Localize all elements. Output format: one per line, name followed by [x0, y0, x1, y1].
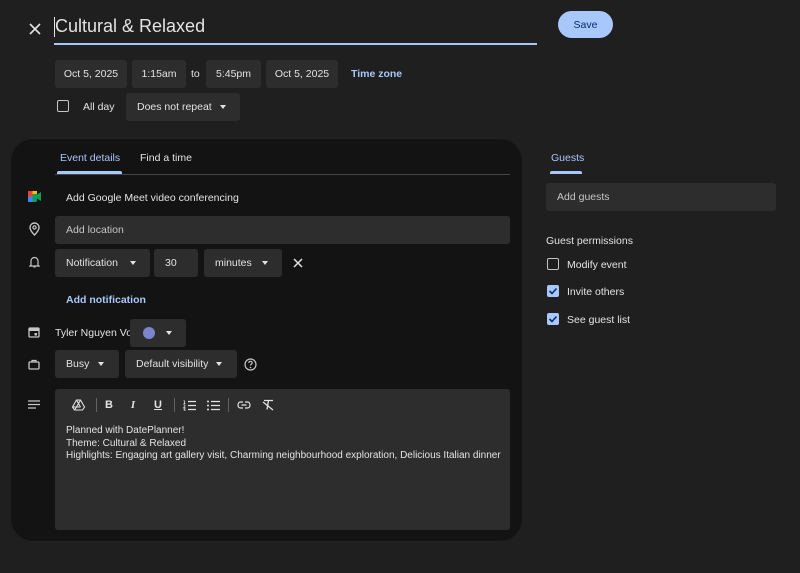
chevron-down-icon [98, 362, 104, 366]
timezone-button[interactable]: Time zone [351, 68, 402, 80]
end-date-label: Oct 5, 2025 [274, 68, 330, 80]
title-text: Cultural & Relaxed [55, 16, 206, 36]
toolbar-divider [174, 398, 175, 412]
description-line: Highlights: Engaging art gallery visit, … [66, 450, 501, 461]
toolbar-divider [228, 398, 229, 412]
chevron-down-icon [262, 261, 268, 265]
notification-amount-input[interactable]: 30 [154, 249, 198, 277]
close-icon[interactable] [25, 19, 45, 39]
start-date-button[interactable]: Oct 5, 2025 [55, 60, 127, 88]
guest-permissions-title: Guest permissions [546, 235, 633, 247]
link-icon[interactable] [235, 396, 253, 414]
bell-icon [27, 255, 41, 269]
repeat-value: Does not repeat [137, 101, 212, 113]
modify-event-label: Modify event [567, 259, 627, 271]
add-meet-button[interactable]: Add Google Meet video conferencing [66, 192, 239, 204]
help-icon[interactable] [243, 357, 257, 371]
all-day-checkbox[interactable] [57, 100, 69, 112]
to-label: to [191, 68, 200, 80]
bulleted-list-icon[interactable] [204, 396, 222, 414]
tab-guests[interactable]: Guests [551, 152, 584, 164]
tabs-divider [55, 174, 510, 175]
calendar-color-swatch [143, 327, 155, 339]
briefcase-icon [27, 357, 41, 371]
chevron-down-icon [166, 331, 172, 335]
visibility-dropdown[interactable]: Default visibility [125, 350, 237, 378]
underline-icon[interactable]: U [149, 396, 167, 414]
start-time-label: 1:15am [141, 68, 177, 80]
busy-dropdown[interactable]: Busy [55, 350, 119, 378]
description-line: Theme: Cultural & Relaxed [66, 437, 187, 449]
bold-icon[interactable]: B [100, 396, 118, 414]
description-text: Planned with DatePlanner! Theme: Cultura… [66, 425, 501, 463]
italic-icon[interactable]: I [124, 396, 142, 414]
numbered-list-icon[interactable]: 123 [180, 396, 198, 414]
notification-unit-value: minutes [215, 257, 252, 269]
description-icon [27, 397, 41, 411]
notification-type-value: Notification [66, 257, 118, 269]
location-input[interactable]: Add location [55, 216, 510, 244]
remove-notification-icon[interactable] [290, 255, 306, 271]
description-line: Planned with DatePlanner! [66, 425, 185, 436]
add-guests-placeholder: Add guests [557, 191, 610, 203]
notification-unit-dropdown[interactable]: minutes [204, 249, 282, 277]
svg-text:3: 3 [183, 407, 186, 411]
drive-icon[interactable] [69, 396, 87, 414]
see-guest-list-checkbox[interactable] [547, 313, 559, 325]
start-time-button[interactable]: 1:15am [132, 60, 186, 88]
save-button[interactable]: Save [558, 11, 613, 38]
chevron-down-icon [216, 362, 222, 366]
location-pin-icon [27, 221, 41, 237]
see-guest-list-label: See guest list [567, 314, 631, 326]
calendar-icon [27, 325, 41, 339]
repeat-dropdown[interactable]: Does not repeat [126, 93, 240, 121]
invite-others-label: Invite others [567, 286, 625, 298]
guests-tab-indicator [550, 171, 582, 174]
modify-event-checkbox[interactable] [547, 258, 559, 270]
notification-type-dropdown[interactable]: Notification [55, 249, 150, 277]
calendar-owner-name: Tyler Nguyen Vo [55, 327, 133, 339]
add-guests-input[interactable]: Add guests [546, 183, 776, 211]
end-date-button[interactable]: Oct 5, 2025 [266, 60, 338, 88]
tab-event-details[interactable]: Event details [60, 152, 120, 164]
toolbar-divider [96, 398, 97, 412]
notification-amount-value: 30 [165, 257, 177, 269]
google-meet-icon [27, 189, 41, 203]
clear-formatting-icon[interactable] [259, 396, 277, 414]
end-time-label: 5:45pm [215, 68, 252, 80]
visibility-value: Default visibility [136, 358, 209, 370]
add-notification-button[interactable]: Add notification [66, 294, 146, 306]
start-date-label: Oct 5, 2025 [63, 68, 119, 80]
chevron-down-icon [130, 261, 136, 265]
title-input[interactable]: Cultural & Relaxed [54, 14, 537, 45]
location-placeholder: Add location [66, 224, 124, 236]
tab-find-a-time[interactable]: Find a time [140, 152, 192, 164]
invite-others-checkbox[interactable] [547, 285, 559, 297]
all-day-label: All day [83, 101, 115, 113]
end-time-button[interactable]: 5:45pm [206, 60, 261, 88]
save-label: Save [573, 18, 598, 31]
calendar-color-dropdown[interactable] [130, 319, 186, 347]
chevron-down-icon [220, 105, 226, 109]
busy-value: Busy [66, 358, 90, 370]
